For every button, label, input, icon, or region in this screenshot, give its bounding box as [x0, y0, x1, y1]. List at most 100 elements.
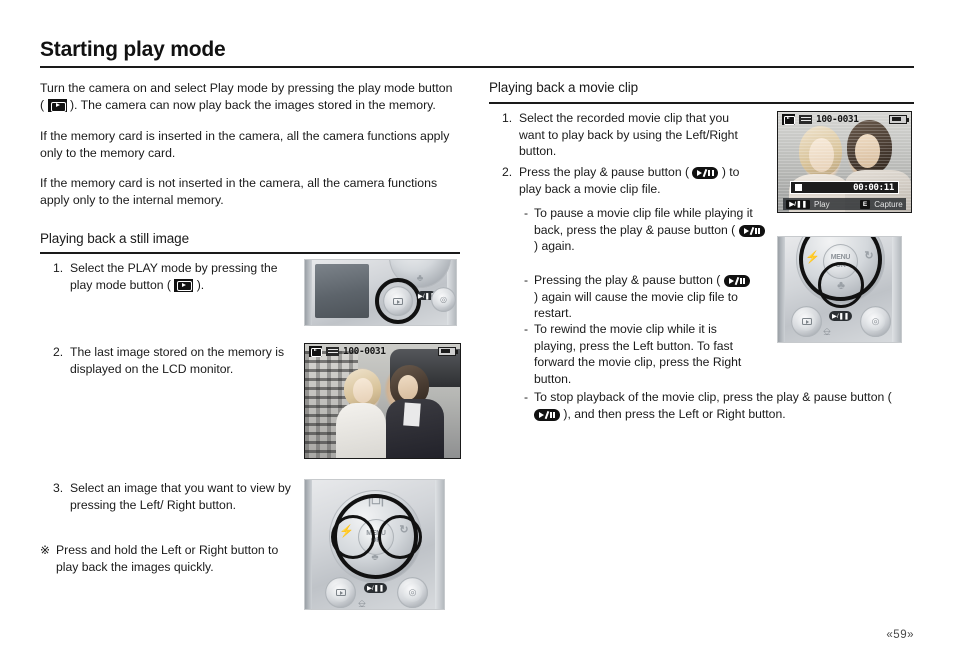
left-step-2: 2. The last image stored on the memory i… — [53, 344, 293, 377]
play-pause-icon — [692, 167, 719, 179]
right-step-2-text: Press the play & pause button ( ) to pla… — [519, 164, 752, 197]
right-step-1: 1. Select the recorded movie clip that y… — [502, 110, 747, 160]
left-step-3-text: Select an image that you want to view by… — [70, 481, 291, 512]
camera-play-pause-button-diagram: ⚡ ↻ ♣ MENU OK ▶/❚❚ ◎ ⎒ — [777, 236, 902, 343]
photo-couple-closeup — [778, 112, 911, 212]
printer-icon: ⎒ — [358, 599, 366, 610]
lcd-filename: 100-0031 — [343, 345, 386, 357]
lcd-key-capture-label: Capture — [874, 199, 903, 209]
play-pause-icon — [738, 224, 765, 237]
intro-paragraph-2: If the memory card is inserted in the ca… — [40, 129, 450, 160]
lcd-key-play-label: Play — [814, 199, 830, 209]
right-bullet-2-dash: - — [524, 273, 529, 287]
play-mode-icon — [335, 589, 346, 596]
play-pause-icon — [723, 275, 750, 287]
right-bullet-2-text-after: ) again will cause the movie clip file t… — [534, 289, 738, 321]
left-step-1-number: 1. — [53, 261, 64, 275]
photo-groom-face — [398, 374, 419, 400]
camera-left-edge — [778, 237, 785, 342]
left-step-1: 1. Select the PLAY mode by pressing the … — [53, 260, 288, 293]
lcd-osd-top-bar: 100-0031 — [305, 344, 460, 358]
highlight-ring-play-mode — [375, 278, 421, 324]
lcd-key-guide-bar: ▶/❚❚ Play E Capture — [783, 198, 906, 210]
left-note-text: Press and hold the Left or Right button … — [56, 543, 279, 574]
section-heading-movie-clip: Playing back a movie clip — [489, 80, 639, 95]
left-note-marker: ※ — [40, 543, 51, 557]
capture-key-chip: E — [859, 199, 871, 209]
play-pause-label: ▶/❚❚ — [364, 583, 387, 593]
manual-page: Starting play mode Turn the camera on an… — [0, 0, 954, 660]
memory-card-icon — [326, 346, 339, 356]
highlight-ring-play-pause — [818, 262, 864, 308]
left-note: ※ Press and hold the Left or Right butto… — [40, 542, 302, 575]
macro-icon: ♣ — [416, 273, 424, 284]
section-divider-still-image — [40, 252, 460, 254]
right-bullet-3-text: To rewind the movie clip while it is pla… — [534, 322, 742, 386]
left-step-2-number: 2. — [53, 345, 64, 359]
camera-right-edge — [435, 480, 444, 609]
right-bullet-4-text-before: To stop playback of the movie clip, pres… — [534, 390, 892, 404]
lcd-timecode: 00:00:11 — [853, 182, 895, 193]
highlight-ring-left-button — [331, 515, 375, 559]
highlight-ring-right-button — [378, 515, 422, 559]
right-step-2-number: 2. — [502, 165, 513, 179]
intro-paragraph-1: Turn the camera on and select Play mode … — [40, 80, 465, 114]
camera-left-edge — [305, 480, 312, 609]
left-step-1-text-after: ). — [196, 277, 205, 292]
delete-icon: ◎ — [866, 312, 885, 331]
left-step-1-text: Select the PLAY mode by pressing the pla… — [70, 260, 288, 293]
printer-icon: ⎒ — [823, 327, 831, 338]
intro-p1-open-paren: ( — [40, 98, 45, 112]
title-divider — [40, 66, 914, 68]
camera-right-edge — [892, 237, 901, 342]
delete-button[interactable]: ◎ — [431, 287, 456, 312]
play-mode-icon — [309, 345, 322, 357]
play-pause-label: ▶/❚❚ — [829, 311, 852, 321]
page-title: Starting play mode — [40, 38, 226, 61]
play-mode-icon — [782, 113, 795, 125]
right-bullet-3: - To rewind the movie clip while it is p… — [524, 321, 754, 387]
right-step-2: 2. Press the play & pause button ( ) to … — [502, 164, 752, 197]
photo-scanlines — [778, 112, 911, 212]
play-pause-icon — [534, 408, 560, 421]
left-step-3: 3. Select an image that you want to view… — [53, 480, 303, 513]
left-step-3-number: 3. — [53, 481, 64, 495]
section-divider-movie-clip — [489, 102, 914, 104]
memory-card-icon — [799, 114, 812, 124]
lcd-still-image: 100-0031 — [304, 343, 461, 459]
play-mode-icon — [47, 99, 67, 112]
delete-icon: ◎ — [403, 583, 422, 602]
right-bullet-1-text-before: To pause a movie clip file while playing… — [534, 206, 753, 237]
lcd-osd-top-bar: 100-0031 — [778, 112, 911, 126]
lcd-photo — [778, 112, 911, 212]
camera-back-play-button-diagram: ♣ ▶/❚❚ ◎ — [304, 259, 457, 326]
lcd-photo — [305, 344, 460, 458]
battery-icon — [889, 114, 909, 124]
intro-p1-text-after: ). The camera can now play back the imag… — [69, 98, 436, 112]
photo-bride-dress — [336, 403, 386, 458]
lcd-filename: 100-0031 — [816, 113, 859, 125]
lcd-progress-bar[interactable]: 00:00:11 — [789, 181, 900, 194]
right-step-1-number: 1. — [502, 111, 513, 125]
camera-navigation-pad-diagram: |☐| ⚡ ↻ ♣ MENU OK ▶/❚❚ ◎ ⎒ — [304, 479, 445, 610]
delete-button[interactable]: ◎ — [860, 306, 891, 337]
page-number: «59» — [886, 629, 914, 641]
left-step-2-text: The last image stored on the memory is d… — [70, 345, 285, 376]
right-bullet-1-dash: - — [524, 206, 529, 220]
play-mode-button[interactable] — [325, 577, 356, 608]
right-bullet-4: - To stop playback of the movie clip, pr… — [524, 389, 909, 422]
delete-button[interactable]: ◎ — [397, 577, 428, 608]
right-bullet-3-dash: - — [524, 322, 529, 336]
right-step-1-text: Select the recorded movie clip that you … — [519, 111, 738, 158]
stop-indicator-icon — [794, 184, 802, 191]
right-bullet-4-text-after: ), and then press the Left or Right butt… — [563, 406, 786, 421]
right-bullet-2-text-before: Pressing the play & pause button ( — [534, 273, 721, 287]
photo-groom-shirt — [403, 402, 421, 427]
delete-icon: ◎ — [436, 292, 451, 307]
right-step-2-text-before: Press the play & pause button ( — [519, 165, 690, 179]
play-mode-button[interactable] — [791, 306, 822, 337]
camera-lcd-panel — [315, 264, 369, 318]
lcd-movie-clip: 100-0031 00:00:11 ▶/❚❚ Play E Capture — [777, 111, 912, 213]
right-bullet-4-dash: - — [524, 390, 529, 404]
play-pause-chip-icon: ▶/❚❚ — [786, 199, 811, 209]
